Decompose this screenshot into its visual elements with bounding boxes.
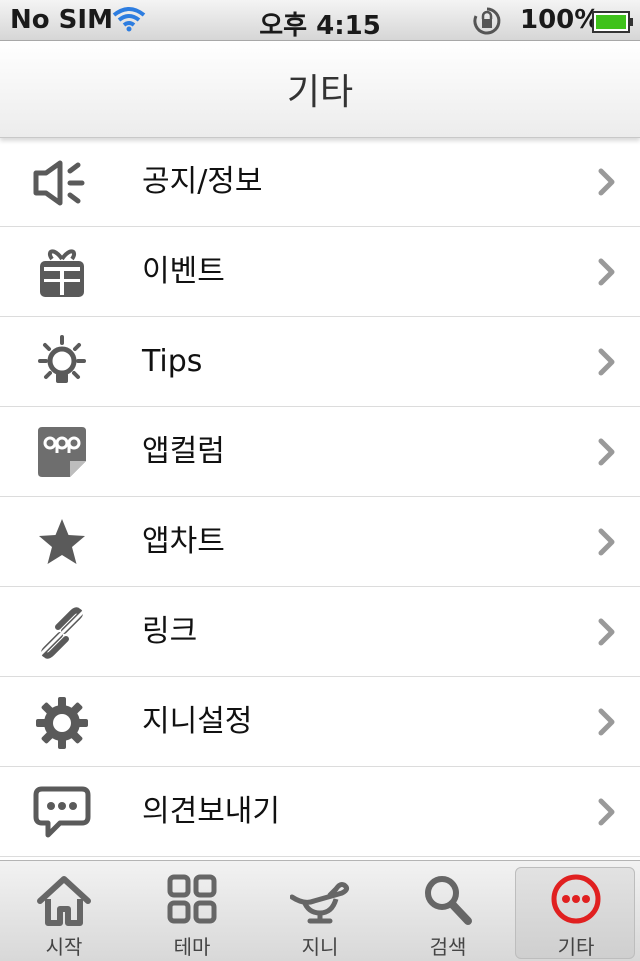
tab-label: 지니 xyxy=(301,935,339,959)
star-icon xyxy=(32,515,92,571)
navigation-bar: 기타 xyxy=(0,41,640,138)
chevron-right-icon xyxy=(596,707,618,737)
rotation-lock-icon xyxy=(472,6,502,43)
tab-bar: 시작 테마 지니 검색 기타 xyxy=(0,860,640,961)
menu-item-label: 앱차트 xyxy=(142,524,225,559)
genie-lamp-icon xyxy=(289,871,350,931)
tab-genie[interactable]: 지니 xyxy=(256,861,384,961)
chevron-right-icon xyxy=(596,437,618,467)
tab-start[interactable]: 시작 xyxy=(0,861,128,961)
tab-label: 시작 xyxy=(45,935,83,959)
menu-item-tips[interactable]: Tips xyxy=(0,317,640,407)
menu-item-label: 앱컬럼 xyxy=(142,434,225,469)
menu-item-genie-settings[interactable]: 지니설정 xyxy=(0,677,640,767)
home-icon xyxy=(34,871,94,931)
link-icon xyxy=(32,605,92,661)
tab-theme[interactable]: 테마 xyxy=(128,861,256,961)
battery-icon xyxy=(592,10,634,40)
menu-item-app-column[interactable]: 앱컬럼 xyxy=(0,407,640,497)
gift-icon xyxy=(32,245,92,301)
menu-item-event[interactable]: 이벤트 xyxy=(0,227,640,317)
menu-item-label: 링크 xyxy=(142,614,198,649)
menu-item-app-chart[interactable]: 앱차트 xyxy=(0,497,640,587)
menu-item-notice[interactable]: 공지/정보 xyxy=(0,137,640,227)
menu-item-label: Tips xyxy=(142,344,203,379)
menu-item-feedback[interactable]: 의견보내기 xyxy=(0,767,640,857)
megaphone-icon xyxy=(32,155,92,211)
battery-percent: 100% xyxy=(520,5,601,35)
page-title: 기타 xyxy=(286,72,354,113)
more-icon xyxy=(546,871,606,931)
chevron-right-icon xyxy=(596,617,618,647)
grid-icon xyxy=(162,871,222,931)
status-bar: No SIM 오후 4:15 100% xyxy=(0,0,640,41)
gear-icon xyxy=(32,695,92,751)
speech-bubble-icon xyxy=(32,785,92,841)
menu-item-link[interactable]: 링크 xyxy=(0,587,640,677)
menu-item-label: 의견보내기 xyxy=(142,794,280,829)
tab-label: 검색 xyxy=(429,935,467,959)
search-icon xyxy=(418,871,478,931)
tab-label: 기타 xyxy=(557,935,595,959)
tab-more[interactable]: 기타 xyxy=(512,861,640,961)
menu-item-label: 공지/정보 xyxy=(142,164,263,199)
tab-label: 테마 xyxy=(173,935,211,959)
chevron-right-icon xyxy=(596,797,618,827)
menu-item-label: 지니설정 xyxy=(142,704,253,739)
menu-item-label: 이벤트 xyxy=(142,254,225,289)
menu-list: 공지/정보 이벤트 Tips 앱컬럼 앱차트 링크 지니설정 의견보내기 xyxy=(0,137,640,857)
chevron-right-icon xyxy=(596,167,618,197)
app-column-icon xyxy=(32,425,92,481)
chevron-right-icon xyxy=(596,527,618,557)
chevron-right-icon xyxy=(596,347,618,377)
tab-search[interactable]: 검색 xyxy=(384,861,512,961)
chevron-right-icon xyxy=(596,257,618,287)
lightbulb-icon xyxy=(32,335,92,391)
